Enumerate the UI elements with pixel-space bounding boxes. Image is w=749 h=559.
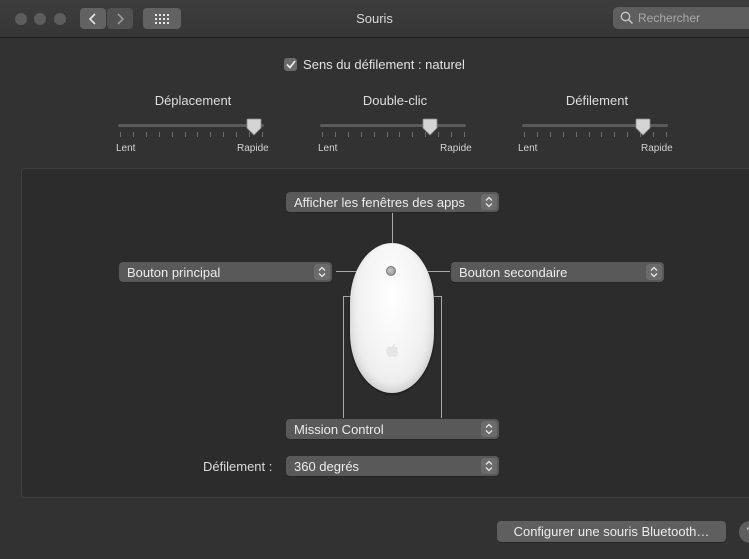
- scroll-speed-max-label: Rapide: [641, 143, 673, 154]
- slider-tick: [438, 132, 440, 137]
- double-click-speed-min-label: Lent: [318, 143, 338, 154]
- updown-arrows-icon: [646, 264, 662, 280]
- slider-tick: [334, 132, 336, 137]
- scroll-mode-popup[interactable]: 360 degrés: [286, 456, 499, 476]
- secondary-button-value: Bouton secondaire: [459, 264, 568, 280]
- secondary-button-popup[interactable]: Bouton secondaire: [451, 262, 664, 282]
- slider-tick: [347, 132, 349, 137]
- natural-scroll-label: Sens du défilement : naturel: [303, 57, 465, 72]
- updown-arrows-icon: [481, 194, 497, 210]
- setup-bluetooth-mouse-button[interactable]: Configurer une souris Bluetooth…: [497, 521, 726, 542]
- slider-tick: [360, 132, 362, 137]
- primary-button-value: Bouton principal: [127, 264, 221, 280]
- top-action-value: Afficher les fenêtres des apps: [294, 194, 466, 210]
- checkmark-icon: [285, 60, 296, 69]
- scroll-mode-value: 360 degrés: [294, 458, 360, 474]
- slider-tick: [322, 132, 323, 137]
- scroll-speed-title: Défilement: [565, 93, 629, 108]
- double-click-speed-max-label: Rapide: [440, 143, 472, 154]
- slider-tick: [451, 132, 453, 137]
- slider-tick: [601, 132, 603, 137]
- slider-tick: [464, 132, 465, 137]
- slider-tick: [614, 132, 616, 137]
- scroll-speed-thumb[interactable]: [635, 118, 651, 136]
- slider-tick: [412, 132, 414, 137]
- slider-tick: [145, 132, 147, 137]
- tracking-speed-track[interactable]: [118, 124, 264, 127]
- double-click-speed-track[interactable]: [320, 124, 466, 127]
- top-action-popup[interactable]: Afficher les fenêtres des apps: [286, 192, 499, 212]
- slider-tick: [236, 132, 238, 137]
- natural-scroll-row: Sens du défilement : naturel: [0, 57, 749, 72]
- search-input[interactable]: [638, 11, 748, 25]
- slider-tick: [120, 132, 121, 137]
- natural-scroll-checkbox[interactable]: [284, 58, 298, 71]
- updown-arrows-icon: [481, 421, 497, 437]
- slider-tick: [210, 132, 212, 137]
- mission-control-value: Mission Control: [294, 421, 384, 437]
- slider-tick: [666, 132, 667, 137]
- slider-tick: [158, 132, 160, 137]
- bottom-right-connector-stub: [434, 296, 442, 297]
- updown-arrows-icon: [481, 458, 497, 474]
- tracking-speed-title: Déplacement: [154, 93, 232, 108]
- help-button[interactable]: ?: [739, 521, 749, 543]
- updown-arrows-icon: [314, 264, 330, 280]
- slider-tick: [373, 132, 375, 137]
- slider-tick: [627, 132, 629, 137]
- tracking-speed-min-label: Lent: [116, 143, 136, 154]
- slider-tick: [562, 132, 564, 137]
- slider-tick: [184, 132, 186, 137]
- slider-tick: [386, 132, 388, 137]
- title-bar: Souris: [0, 0, 749, 38]
- slider-tick: [399, 132, 401, 137]
- slider-tick: [197, 132, 199, 137]
- scroll-speed-min-label: Lent: [518, 143, 538, 154]
- primary-button-popup[interactable]: Bouton principal: [119, 262, 332, 282]
- bottom-right-connector-line: [441, 296, 442, 418]
- double-click-speed-title: Double-clic: [362, 93, 428, 108]
- apple-logo-icon: [386, 343, 399, 357]
- slider-tick: [575, 132, 577, 137]
- slider-tick: [588, 132, 590, 137]
- tracking-speed-thumb[interactable]: [246, 118, 262, 136]
- slider-tick: [536, 132, 538, 137]
- bottom-left-connector-line: [343, 296, 344, 418]
- slider-tick: [524, 132, 525, 137]
- slider-tick: [549, 132, 551, 137]
- search-field[interactable]: [613, 7, 749, 29]
- tracking-speed-max-label: Rapide: [237, 143, 269, 154]
- mouse-scroll-ball: [386, 266, 396, 276]
- slider-tick: [171, 132, 173, 137]
- slider-tick: [132, 132, 134, 137]
- slider-tick: [262, 132, 263, 137]
- mission-control-popup[interactable]: Mission Control: [286, 419, 499, 439]
- slider-tick: [223, 132, 225, 137]
- scroll-mode-label: Défilement :: [203, 459, 273, 474]
- slider-tick: [653, 132, 655, 137]
- magnifier-icon: [620, 11, 634, 25]
- double-click-speed-thumb[interactable]: [422, 118, 438, 136]
